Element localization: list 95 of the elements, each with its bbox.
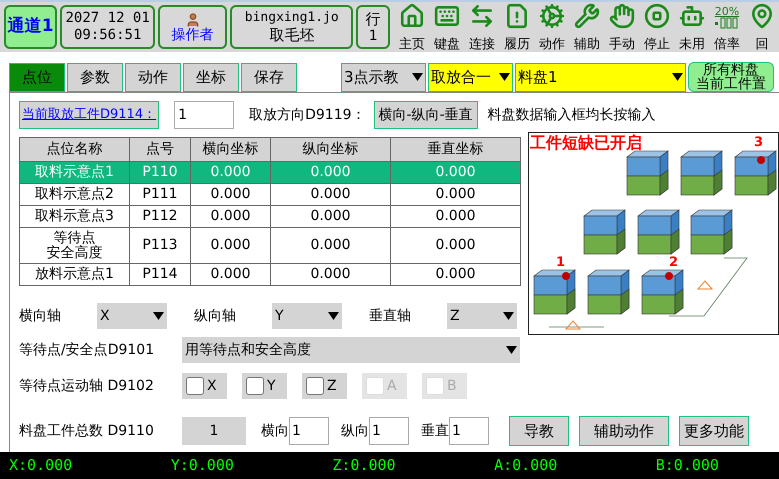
program-name: 取毛坯 <box>269 26 314 45</box>
datetime-text: 09:56:51 <box>74 27 142 44</box>
point-number: 1 <box>556 256 566 269</box>
operator-button[interactable]: 操作者 <box>158 5 228 49</box>
count-field[interactable]: 1 <box>369 417 409 445</box>
channel-button[interactable]: 通道1 <box>4 5 58 49</box>
table-cell-line: 安全高度 <box>46 246 102 260</box>
toolbar-button[interactable]: 手动 <box>604 1 639 53</box>
toolbar-button[interactable]: 连接 <box>464 1 499 53</box>
direction-label: 取放方向D9119： <box>249 106 366 124</box>
axis-checkbox[interactable]: Z <box>302 373 347 399</box>
toolbar-button[interactable]: 履历 <box>500 1 534 53</box>
toolbar-button[interactable]: 辅助 <box>570 1 604 53</box>
table-cell: 0.000 <box>270 264 390 286</box>
axis-position: X:0.000 <box>9 455 72 476</box>
caret-icon <box>499 73 510 81</box>
axis-checkbox[interactable]: X <box>182 373 227 399</box>
dropdown[interactable]: 取放合一 <box>428 62 513 92</box>
action-button[interactable]: 导教 <box>509 416 569 446</box>
axis-label: 纵向轴 <box>194 306 237 326</box>
current-workpiece-field[interactable]: 1 <box>174 101 234 129</box>
toolbar-button[interactable]: 主页 <box>394 1 429 53</box>
wait-point-label: 等待点/安全点D9101 <box>19 340 156 360</box>
direction-button[interactable]: 横向-纵向-垂直 <box>374 101 478 129</box>
table-cell: 0.000 <box>190 264 270 286</box>
shortage-warning: 工件短缺已开启 <box>530 135 642 151</box>
tab[interactable]: 参数 <box>67 62 123 92</box>
robot-icon <box>678 3 705 29</box>
point-number: 3 <box>754 136 764 149</box>
toolbar-button[interactable]: 20% 倍率 <box>710 1 744 53</box>
dropdown[interactable]: 料盘1 <box>515 62 686 92</box>
bars-icon <box>714 16 739 28</box>
caret-icon <box>328 312 339 320</box>
toolbar-button[interactable]: 停止 <box>640 1 674 53</box>
stop-icon <box>644 3 670 29</box>
column-header: 垂直坐标 <box>390 138 520 162</box>
column-header: 纵向坐标 <box>270 138 390 162</box>
row-label: 行 <box>366 10 381 28</box>
axis-label: 横向轴 <box>19 306 62 326</box>
datetime-text: 2027 12 01 <box>66 10 150 27</box>
axis-position: A:0.000 <box>494 455 558 476</box>
table-row[interactable]: 等待点 安全高度 P113 0.000 0.000 0.000 <box>20 228 520 264</box>
caret-icon <box>672 73 683 81</box>
wait-point-dropdown[interactable]: 用等待点和安全高度 <box>182 337 520 363</box>
input-hint: 料盘数据输入框均长按输入 <box>488 106 656 124</box>
caret-icon <box>506 346 517 354</box>
axis-label: 垂直轴 <box>369 306 412 326</box>
caret-icon <box>412 73 423 81</box>
count-field[interactable]: 1 <box>449 417 489 445</box>
wait-axes-label: 等待点运动轴 D9102 <box>19 376 155 396</box>
tab[interactable]: 坐标 <box>183 62 239 92</box>
toolbar-button[interactable]: 键盘 <box>430 1 464 53</box>
tab[interactable]: 点位 <box>9 62 65 92</box>
count-field[interactable]: 1 <box>289 417 329 445</box>
table-cell: 0.000 <box>390 264 520 286</box>
count-label: 纵向 <box>341 422 369 440</box>
tab[interactable]: 保存 <box>241 62 297 92</box>
table-row[interactable]: 取料示意点2 P111 0.000 0.000 0.000 <box>20 184 520 206</box>
column-header: 点位名称 <box>20 138 130 162</box>
rate-value: 20% <box>714 6 740 16</box>
axis-dropdown[interactable]: Z <box>447 303 517 329</box>
table-cell: 放料示意点1 <box>20 264 130 286</box>
axis-dropdown[interactable]: X <box>97 303 167 329</box>
toolbar-button[interactable]: 未用 <box>674 1 709 53</box>
wrench-icon <box>574 3 600 29</box>
caret-icon <box>503 312 514 320</box>
count-label: 垂直 <box>421 422 449 440</box>
axis-checkbox[interactable]: Y <box>242 373 287 399</box>
hand-icon <box>608 3 635 29</box>
total-field[interactable]: 1 <box>182 417 246 445</box>
total-label: 料盘工件总数 D9110 <box>19 422 155 440</box>
person-icon <box>184 12 201 28</box>
table-cell: P114 <box>130 264 190 286</box>
keyboard-icon <box>434 3 460 29</box>
caret-icon <box>153 312 164 320</box>
toolbar-button[interactable]: 动作 <box>534 1 569 53</box>
action-button[interactable]: 辅助动作 <box>579 416 669 446</box>
action-button[interactable]: 更多功能 <box>679 416 749 446</box>
point-number: 2 <box>669 256 678 269</box>
axis-position: B:0.000 <box>656 455 719 476</box>
table-cell-line: 等待点 <box>54 230 96 246</box>
program-file: bingxing1.jo <box>244 9 339 26</box>
count-label: 横向 <box>261 422 289 440</box>
dropdown[interactable]: 3点示教 <box>341 62 426 92</box>
axis-position: Y:0.000 <box>170 455 234 476</box>
house-icon <box>398 3 425 29</box>
axis-dropdown[interactable]: Y <box>272 303 342 329</box>
axis-position: Z:0.000 <box>332 455 396 476</box>
gear-icon <box>538 3 565 29</box>
tab[interactable]: 动作 <box>125 62 181 92</box>
table-row[interactable]: 放料示意点1 P114 0.000 0.000 0.000 <box>20 264 520 286</box>
current-workpiece-button[interactable]: 当前取放工件D9114： <box>19 101 160 129</box>
toolbar-button[interactable]: 回 <box>744 1 779 53</box>
row-value: 1 <box>368 28 378 44</box>
table-row[interactable]: 取料示意点3 P112 0.000 0.000 0.000 <box>20 206 520 228</box>
